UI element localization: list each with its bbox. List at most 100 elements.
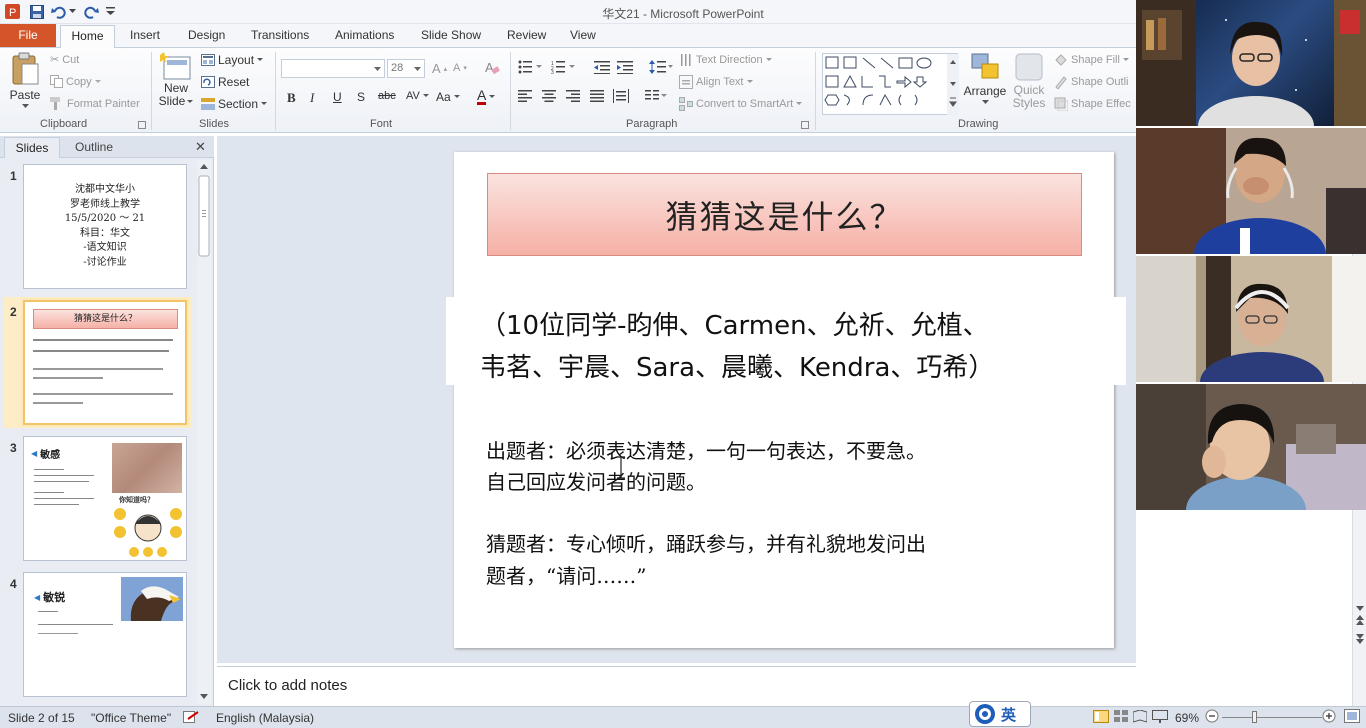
shrink-font-button[interactable]: A ▾ <box>453 62 467 74</box>
slideshow-icon[interactable] <box>1152 710 1168 726</box>
align-text-icon <box>679 75 693 89</box>
thumb-text: 15/5/2020 ～ 21 <box>64 213 146 224</box>
theme-name[interactable]: "Office Theme" <box>91 711 171 725</box>
increase-indent-button[interactable] <box>617 60 633 74</box>
new-slide-button[interactable]: New Slide <box>158 52 194 108</box>
reading-view-icon[interactable] <box>1132 709 1148 726</box>
tab-home[interactable]: Home <box>60 25 115 49</box>
tab-insert[interactable]: Insert <box>130 28 160 42</box>
shapes-gallery[interactable] <box>822 53 959 116</box>
clear-formatting-icon[interactable]: A <box>484 59 500 75</box>
fit-to-window-icon[interactable] <box>1344 709 1360 726</box>
slide-thumbnail-4[interactable]: ◀ 敏锐 <box>23 572 187 697</box>
scissors-icon: ✂ <box>50 54 60 66</box>
strikethrough-button[interactable]: abc <box>378 90 396 102</box>
reset-icon <box>201 76 215 88</box>
font-name-combobox[interactable] <box>281 59 385 78</box>
slide-sorter-icon[interactable] <box>1114 710 1128 726</box>
language-indicator[interactable]: English (Malaysia) <box>216 711 314 725</box>
ribbon: Paste ✂ Cut Copy Format Painter Clipboard… <box>0 48 1136 133</box>
font-size-combobox[interactable]: 28 <box>387 59 425 78</box>
names-text-box[interactable]: （10位同学-昀伸、Carmen、允祈、允植、 韦茗、宇晨、Sara、晨曦、Ke… <box>446 297 1126 385</box>
thumb-text: 科目：华文 <box>80 227 130 239</box>
slide-indicator[interactable]: Slide 2 of 15 <box>8 711 75 725</box>
tab-animations[interactable]: Animations <box>335 28 394 42</box>
spellcheck-icon[interactable] <box>183 711 199 727</box>
dialog-launcher-icon[interactable] <box>801 121 809 129</box>
slide-thumbnail-2[interactable]: 猜猜这是什么？ <box>23 300 187 425</box>
zoom-in-icon[interactable] <box>1322 709 1336 726</box>
align-text-button[interactable]: Align Text <box>679 75 753 89</box>
arrange-icon <box>971 53 999 79</box>
shapes-icon <box>824 54 959 116</box>
justify-button[interactable] <box>590 90 604 102</box>
tab-design[interactable]: Design <box>188 28 225 42</box>
underline-button[interactable]: U <box>333 90 342 104</box>
copy-icon <box>50 75 63 88</box>
character-spacing-button[interactable]: AV <box>406 90 429 102</box>
dialog-launcher-icon[interactable] <box>138 121 146 129</box>
slides-pane-scrollbar[interactable] <box>197 160 211 704</box>
participant-video <box>1136 128 1366 254</box>
distributed-button[interactable] <box>613 89 629 103</box>
change-case-button[interactable]: Aa <box>436 90 460 104</box>
zoom-level[interactable]: 69% <box>1175 711 1199 725</box>
paint-bucket-icon <box>1054 53 1068 67</box>
video-tile-4[interactable] <box>1136 384 1366 510</box>
tab-slides[interactable]: Slides <box>4 137 60 158</box>
reset-button[interactable]: Reset <box>201 75 249 89</box>
align-left-button[interactable] <box>518 90 532 102</box>
shadow-button[interactable]: S <box>357 90 365 104</box>
layout-button[interactable]: Layout <box>201 53 264 67</box>
slide-thumbnail-1[interactable]: 沈都中文华小 罗老师线上教学 15/5/2020 ～ 21 科目：华文 -语文知… <box>23 164 187 289</box>
numbering-button[interactable]: 123 <box>551 60 577 74</box>
text-direction-button[interactable]: Text Direction <box>679 53 772 67</box>
ime-indicator[interactable]: 英 <box>969 701 1031 727</box>
normal-view-icon[interactable] <box>1093 710 1109 726</box>
italic-button[interactable]: I <box>310 90 314 106</box>
shape-effects-button[interactable]: Shape Effec <box>1054 97 1131 111</box>
video-tile-1[interactable] <box>1136 0 1366 126</box>
copy-button[interactable]: Copy <box>50 75 101 88</box>
slide-thumbnail-3[interactable]: ◀ 敏感 你知道吗？ <box>23 436 187 561</box>
tab-transitions[interactable]: Transitions <box>251 28 309 42</box>
section-button[interactable]: Section <box>201 97 268 111</box>
paste-button[interactable]: Paste <box>8 52 42 112</box>
tab-slide-show[interactable]: Slide Show <box>421 28 481 42</box>
bold-button[interactable]: B <box>287 90 296 106</box>
align-center-button[interactable] <box>542 90 556 102</box>
shape-outline-button[interactable]: Shape Outli <box>1054 75 1128 89</box>
decrease-indent-button[interactable] <box>594 60 610 74</box>
drawing-group-label: Drawing <box>958 118 999 130</box>
bullets-button[interactable] <box>518 60 542 74</box>
close-icon[interactable]: ✕ <box>195 139 206 155</box>
format-painter-button[interactable]: Format Painter <box>50 97 140 110</box>
shape-fill-button[interactable]: Shape Fill <box>1054 53 1129 67</box>
svg-text:A: A <box>485 60 494 75</box>
current-slide[interactable]: 猜猜这是什么？ （10位同学-昀伸、Carmen、允祈、允植、 韦茗、宇晨、Sa… <box>446 152 1126 648</box>
line-spacing-button[interactable] <box>649 60 673 74</box>
tab-file[interactable]: File <box>0 24 56 47</box>
zoom-slider-handle[interactable] <box>1252 711 1257 723</box>
align-right-button[interactable] <box>566 90 580 102</box>
tab-view[interactable]: View <box>570 28 596 42</box>
zoom-out-icon[interactable] <box>1205 709 1219 726</box>
slide-number: 3 <box>10 441 17 455</box>
arrange-button[interactable]: Arrange <box>964 52 1006 104</box>
thumb-text: 罗老师线上教学 <box>70 198 140 210</box>
convert-smartart-button[interactable]: Convert to SmartArt <box>679 97 803 111</box>
font-color-button[interactable]: A <box>477 88 496 105</box>
video-tile-2[interactable] <box>1136 128 1366 254</box>
notes-placeholder[interactable]: Click to add notes <box>228 677 347 694</box>
columns-button[interactable] <box>645 90 667 102</box>
zoom-slider[interactable] <box>1222 717 1322 718</box>
cut-button[interactable]: ✂ Cut <box>50 53 79 67</box>
tab-outline[interactable]: Outline <box>64 140 124 154</box>
slide-title-box[interactable]: 猜猜这是什么？ <box>487 173 1082 256</box>
video-tile-3[interactable] <box>1136 256 1366 382</box>
notes-pane[interactable]: Click to add notes <box>217 666 1136 704</box>
ime-icon <box>975 704 995 724</box>
quick-styles-button[interactable]: Quick Styles <box>1010 52 1048 110</box>
grow-font-button[interactable]: A ▴ <box>432 61 447 76</box>
tab-review[interactable]: Review <box>507 28 546 42</box>
